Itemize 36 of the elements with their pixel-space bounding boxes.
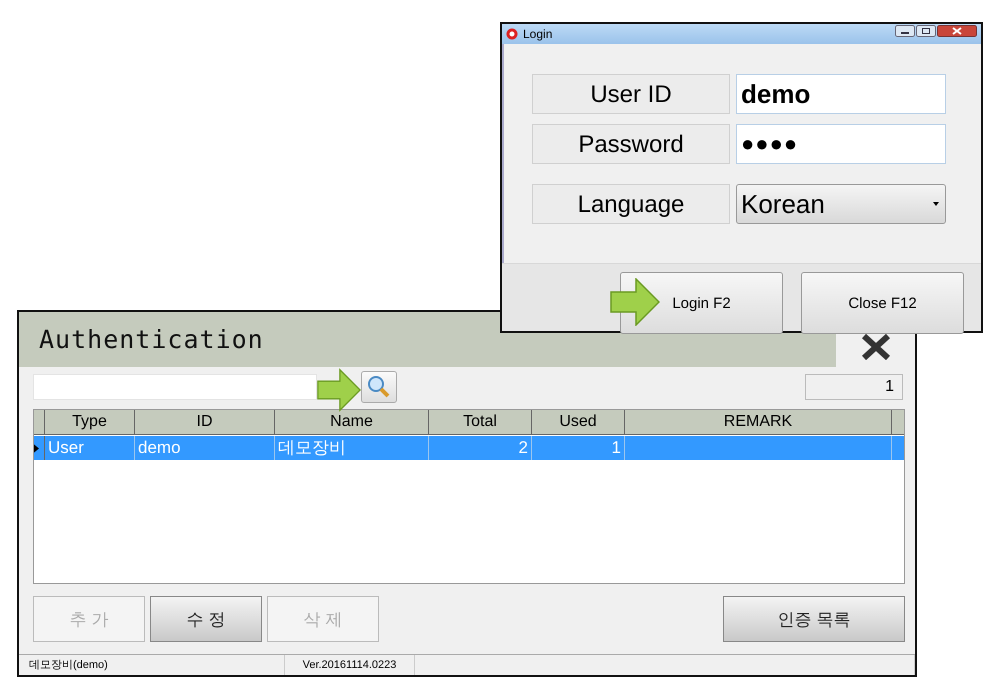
input-field[interactable]: ●●●● — [736, 124, 946, 164]
action-button[interactable]: 수 정 — [150, 596, 262, 642]
column-header[interactable]: ID — [135, 410, 275, 434]
minimize-icon[interactable] — [895, 25, 915, 37]
field-label: Language — [532, 184, 730, 224]
dialog-button[interactable]: Login F2 — [620, 272, 783, 334]
field-label: Password — [532, 124, 730, 164]
input-field[interactable]: demo — [736, 74, 946, 114]
window-title: Authentication — [39, 325, 264, 354]
field-label: User ID — [532, 74, 730, 114]
window-title: Login — [523, 27, 552, 41]
search-field[interactable] — [33, 374, 317, 400]
dialog-button[interactable]: Close F12 — [801, 272, 964, 334]
column-header[interactable]: Total — [429, 410, 532, 434]
app-icon — [506, 28, 518, 40]
arrow-icon — [610, 278, 660, 326]
row-pointer-icon — [34, 444, 39, 453]
search-button[interactable] — [361, 371, 397, 404]
language-dropdown[interactable]: Korean — [736, 184, 946, 224]
table-cell: demo — [135, 436, 275, 460]
close-icon[interactable] — [861, 334, 891, 360]
close-icon[interactable] — [937, 25, 977, 37]
table-cell: User — [45, 436, 135, 460]
action-button[interactable]: 인증 목록 — [723, 596, 905, 642]
status-text: 데모장비(demo) — [19, 655, 285, 675]
column-header[interactable]: Used — [532, 410, 625, 434]
arrow-icon — [317, 366, 361, 414]
table-cell: 2 — [429, 436, 532, 460]
status-text: Ver.20161114.0223 — [285, 655, 415, 675]
column-header[interactable]: REMARK — [625, 410, 892, 434]
maximize-icon[interactable] — [916, 25, 936, 37]
record-count: 1 — [805, 374, 903, 400]
column-header[interactable]: Type — [45, 410, 135, 434]
caret-icon — [933, 202, 939, 206]
table-cell: 데모장비 — [275, 436, 429, 460]
table-cell: 1 — [532, 436, 625, 460]
